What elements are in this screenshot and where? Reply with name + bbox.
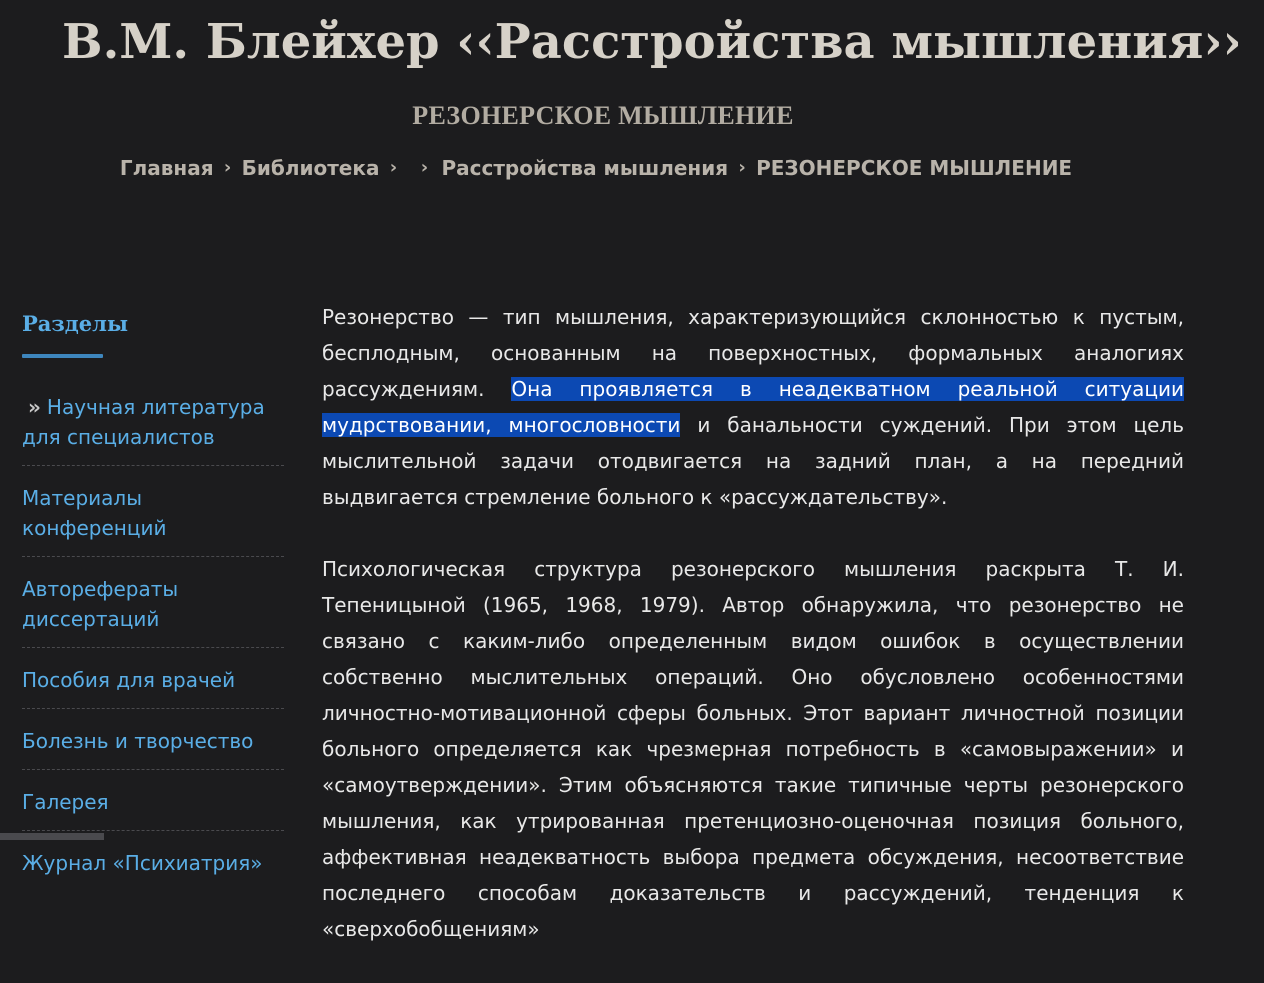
breadcrumb-book-link[interactable]: Расстройства мышления [441, 154, 728, 182]
sidebar-item-label: Журнал «Психиатрия» [22, 851, 263, 875]
breadcrumb-library-link[interactable]: Библиотека [242, 154, 380, 182]
sidebar-item-conference-materials[interactable]: Материалы конференций [22, 483, 284, 557]
sidebar-item-label: Материалы конференций [22, 486, 167, 540]
sidebar-title-underline [22, 354, 103, 358]
article-paragraph: Психологическая структура резонерского м… [322, 557, 1184, 941]
sidebar-item-illness-and-creativity[interactable]: Болезнь и творчество [22, 726, 284, 770]
sidebar-item-gallery[interactable]: Галерея [22, 787, 284, 831]
sidebar-title: Разделы [22, 311, 129, 336]
breadcrumb-separator-icon: › [223, 157, 232, 178]
page-heading: РЕЗОНЕРСКОЕ МЫШЛЕНИЕ [412, 101, 794, 130]
double-chevron-right-icon: » [28, 395, 41, 419]
sidebar-nav: » Научная литература для специалистов Мат… [22, 392, 284, 891]
article-paragraph: Резонерство — тип мышления, характеризую… [322, 299, 1184, 515]
sidebar-item-label: Болезнь и творчество [22, 729, 254, 753]
sidebar-item-scientific-literature[interactable]: » Научная литература для специалистов [22, 392, 284, 466]
breadcrumb-separator-icon: › [738, 157, 746, 178]
sidebar-item-psychiatry-journal[interactable]: Журнал «Психиатрия» [22, 848, 284, 891]
site-title: В.М. Блейхер ‹‹Расстройства мышления›› [62, 14, 1242, 70]
breadcrumb-current: РЕЗОНЕРСКОЕ МЫШЛЕНИЕ [756, 156, 1073, 180]
breadcrumb: Главная › Библиотека › › Расстройства мы… [0, 154, 1192, 182]
article-body: Резонерство — тип мышления, характеризую… [322, 299, 1184, 983]
breadcrumb-home-link[interactable]: Главная [120, 154, 214, 182]
sidebar-item-label: Галерея [22, 790, 109, 814]
sidebar: Разделы » Научная литература для специали… [22, 306, 284, 908]
sidebar-item-dissertation-abstracts[interactable]: Авторефераты диссертаций [22, 574, 284, 648]
horizontal-scrollbar[interactable] [0, 833, 104, 840]
sidebar-item-label: Пособия для врачей [22, 668, 236, 692]
sidebar-item-doctor-manuals[interactable]: Пособия для врачей [22, 665, 284, 709]
breadcrumb-separator-icon: › [420, 157, 429, 178]
breadcrumb-separator-icon: › [389, 157, 398, 178]
sidebar-item-label: Авторефераты диссертаций [22, 577, 179, 631]
sidebar-item-label: Научная литература для специалистов [22, 395, 265, 449]
